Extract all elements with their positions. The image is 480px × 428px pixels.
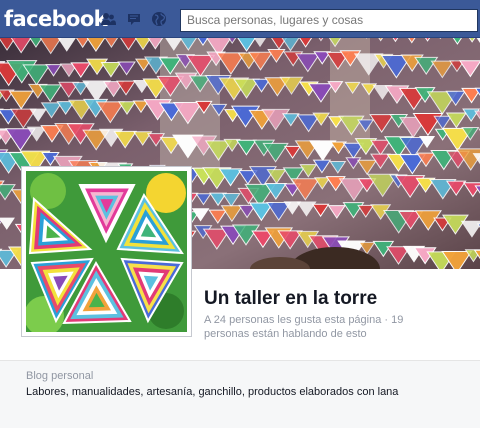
friend-requests-icon[interactable]: [100, 11, 116, 27]
about-section: Blog personal Labores, manualidades, art…: [0, 360, 480, 428]
page-title[interactable]: Un taller en la torre: [204, 287, 377, 311]
facebook-logo[interactable]: facebook: [4, 5, 108, 33]
messages-icon[interactable]: [126, 11, 142, 27]
notifications-globe-icon[interactable]: [151, 11, 167, 27]
page-stats: A 24 personas les gusta esta página · 19…: [204, 314, 404, 340]
search-input[interactable]: Busca personas, lugares y cosas: [180, 9, 478, 32]
profile-picture[interactable]: [21, 166, 192, 337]
top-navigation-bar: facebook Busca personas, lugares y cosas: [0, 0, 480, 38]
page-description: Labores, manualidades, artesanía, ganchi…: [26, 386, 399, 398]
page-category[interactable]: Blog personal: [26, 369, 93, 383]
